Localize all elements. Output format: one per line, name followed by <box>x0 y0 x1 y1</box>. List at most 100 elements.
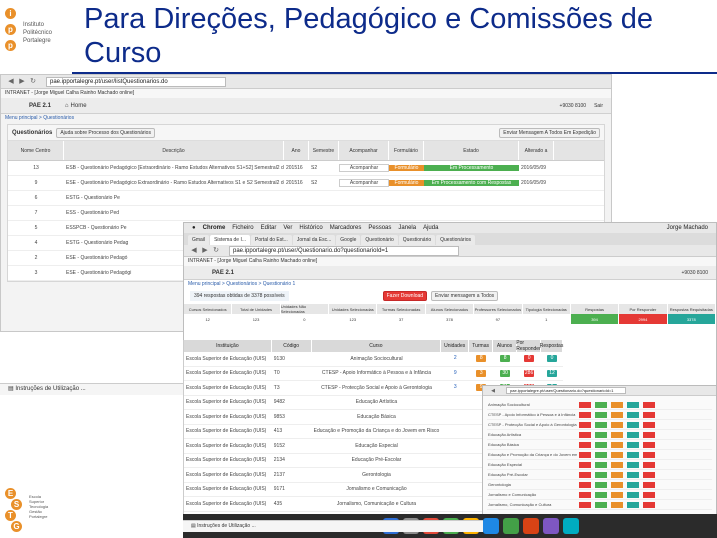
table-row[interactable]: Jornalismo e Comunicação <box>487 490 712 500</box>
menu-item[interactable]: Editar <box>261 223 277 233</box>
table-row[interactable]: 9 ESE - Questionário Pedagógico Extraordi… <box>8 176 604 191</box>
logo-dot-icon: p <box>5 24 16 35</box>
browser-tab[interactable]: Jornal da Esc... <box>292 235 336 245</box>
home-icon[interactable]: ⌂ <box>65 103 69 109</box>
status-swatch <box>611 441 623 448</box>
col-header[interactable]: Turmas <box>469 340 494 352</box>
table-cell-inst: Escola Superior de Educação (IUIS) <box>186 384 267 391</box>
ipp-logo-line: Instituto <box>23 22 45 28</box>
table-row[interactable]: Escola Superior de Educação (IUIS) 9130 An… <box>184 352 563 367</box>
table-cell-form[interactable]: Formulário <box>389 180 424 186</box>
col-header[interactable]: Respostas <box>540 340 563 352</box>
table-cell-curso: Educação Básica <box>357 413 396 420</box>
back-icon[interactable]: ◀ <box>489 387 497 395</box>
table-cell-data: 2016/05/09 <box>521 165 547 171</box>
table-cell-curso: Educação Artística <box>488 432 522 437</box>
menu-item[interactable]: Ver <box>283 223 292 233</box>
table-row[interactable]: CTESP - Protecção Social e Apoio à Geron… <box>487 420 712 430</box>
table-cell-form[interactable]: Formulário <box>389 165 424 171</box>
col-header[interactable]: Instituição <box>184 340 272 352</box>
breadcrumb[interactable]: Menu principal > Questionários > Questio… <box>184 280 716 288</box>
col-header[interactable]: Curso <box>312 340 442 352</box>
browser-tab[interactable]: Questionário <box>398 235 436 245</box>
menu-item[interactable]: Marcadores <box>330 223 362 233</box>
download-item[interactable]: Instruções de Utilização ... <box>15 386 85 392</box>
table-row[interactable]: Educação Pré-Escolar <box>487 470 712 480</box>
col-header[interactable]: Alunos <box>493 340 518 352</box>
table-row[interactable]: Educação Artística <box>487 430 712 440</box>
col-header[interactable]: Ano <box>284 141 309 160</box>
download-button[interactable]: Fazer Download <box>382 291 428 301</box>
logout-link[interactable]: Sair <box>594 103 603 109</box>
table-cell-num: 6 <box>34 195 38 201</box>
send-all-button[interactable]: Enviar mensagem a Todos <box>431 291 499 301</box>
table-row[interactable]: Educação Básica <box>487 440 712 450</box>
table-cell-cod: 9171 <box>273 486 285 493</box>
menu-item[interactable]: Pessoas <box>368 223 391 233</box>
reload-icon[interactable]: ↻ <box>212 247 220 255</box>
browser-tab[interactable]: Questionários <box>436 235 475 245</box>
forward-icon[interactable]: ▶ <box>201 247 209 255</box>
browser-tab[interactable]: Sistema de I... <box>210 235 251 245</box>
app-icon[interactable] <box>563 518 579 534</box>
col-header[interactable]: Unidades <box>441 340 470 352</box>
table-row[interactable]: Educação e Promoção da Criança e do Jove… <box>487 450 712 460</box>
forward-icon[interactable]: ▶ <box>18 78 26 86</box>
download-item[interactable]: Instruções de Utilização ... <box>197 523 256 529</box>
col-header[interactable]: Formulário <box>389 141 424 160</box>
home-link[interactable]: Home <box>71 103 87 109</box>
url-field[interactable]: pae.ipportalegre.pt/user/Questionario.do… <box>229 245 459 256</box>
back-icon[interactable]: ◀ <box>190 247 198 255</box>
col-header[interactable]: Alterado a <box>519 141 554 160</box>
count-badge: 8 <box>500 355 511 363</box>
col-header[interactable]: Nome Centro <box>8 141 64 160</box>
table-row[interactable]: Educação Especial <box>487 460 712 470</box>
table-cell-u: 3 <box>441 384 469 391</box>
table-row[interactable]: CTESP - Apoio Informático à Pessoa e à I… <box>487 410 712 420</box>
apple-icon[interactable]: ● <box>192 223 196 233</box>
powerpoint-icon[interactable] <box>523 518 539 534</box>
table-row[interactable]: 13 ESB - Questionário Pedagógico [Extraor… <box>8 161 604 176</box>
table-row[interactable]: Jornalismo, Comunicação e Cultura <box>487 500 712 510</box>
menu-item[interactable]: Janela <box>398 223 416 233</box>
url-field[interactable]: pae.ipportalegre.pt/user/Questionario.do… <box>506 387 626 394</box>
help-button[interactable]: Ajuda sobre Processo dos Questionários <box>56 127 155 138</box>
browser-tab[interactable]: Portal do Est... <box>251 235 292 245</box>
table-row[interactable]: 7 ESS - Questionário Ped <box>8 206 604 221</box>
browser-tab[interactable]: Questionário <box>361 235 398 245</box>
back-icon[interactable]: ◀ <box>7 78 15 86</box>
status-swatch <box>579 481 591 488</box>
col-header[interactable]: Estado <box>424 141 519 160</box>
col-header[interactable]: Descrição <box>64 141 284 160</box>
app-icon[interactable] <box>543 518 559 534</box>
col-header[interactable]: Código <box>272 340 312 352</box>
send-message-button[interactable]: Enviar Mensagem A Todos Em Expedição <box>499 127 600 138</box>
col-header[interactable]: Acompanhar <box>339 141 389 160</box>
col-header[interactable]: Semestre <box>309 141 339 160</box>
table-row[interactable]: Gerontologia <box>487 480 712 490</box>
status-swatch <box>627 501 639 508</box>
menu-item[interactable]: Chrome <box>203 223 226 233</box>
url-field[interactable]: pae.ipportalegre.pt/user/listQuestionari… <box>46 76 226 87</box>
menu-item[interactable]: Histórico <box>299 223 322 233</box>
breadcrumb[interactable]: Menu principal > Questionários <box>1 114 611 122</box>
browser-tab[interactable]: Google <box>336 235 361 245</box>
word-icon[interactable] <box>483 518 499 534</box>
table-cell-acomp[interactable]: Acompanhar <box>339 164 389 172</box>
menu-item[interactable]: Ficheiro <box>232 223 253 233</box>
status-swatch <box>595 401 607 408</box>
browser-tab[interactable]: Gmail <box>188 235 210 245</box>
menu-item[interactable]: Ajuda <box>423 223 438 233</box>
table-row[interactable]: Escola Superior de Educação (IUIS) T0 CTES… <box>184 367 563 381</box>
reload-icon[interactable]: ↻ <box>29 78 37 86</box>
table-cell-acomp[interactable]: Acompanhar <box>339 179 389 187</box>
table-row[interactable]: 6 ESTG - Questionário Pe <box>8 191 604 206</box>
table-row[interactable]: Animação Sociocultural <box>487 400 712 410</box>
excel-icon[interactable] <box>503 518 519 534</box>
status-swatch <box>595 451 607 458</box>
download-bar-2[interactable]: ▤ Instruções de Utilização ... <box>183 520 483 532</box>
ipp-logo: i p p Instituto Politécnico Portalegre <box>3 6 67 74</box>
col-header[interactable]: Por Responder <box>516 340 542 352</box>
stats-header: Cursos Selecionados Total de Unidades Unid… <box>184 304 716 314</box>
download-bar[interactable]: ▤ Instruções de Utilização ... <box>0 383 183 395</box>
